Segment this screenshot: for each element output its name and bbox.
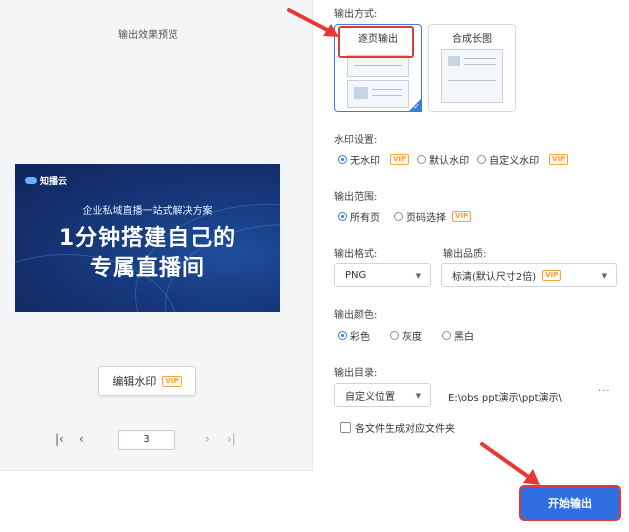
radio-selected-icon [338,155,347,164]
page-thumbnail [347,55,409,77]
watermark-default-option[interactable]: 默认水印 [417,152,469,167]
vip-badge: VIP [452,211,472,222]
prev-page-icon[interactable]: ‹ [79,432,84,446]
radio-icon [390,331,399,340]
quality-select[interactable]: 标清(默认尺寸2倍) VIP ▼ [441,263,617,287]
radio-icon [394,212,403,221]
vip-badge: VIP [162,375,182,387]
slide-preview: 知播云 企业私域直播一站式解决方案 1分钟搭建自己的 专属直播间 [15,164,280,312]
annotation-arrow-icon [480,442,540,485]
slide-subtitle: 企业私域直播一站式解决方案 [82,206,213,217]
radio-selected-icon [338,331,347,340]
radio-icon [442,331,451,340]
check-icon: ✓ [413,102,420,111]
output-mode-long-label: 合成长图 [452,34,492,45]
range-all-option[interactable]: 所有页 [338,209,380,224]
radio-selected-icon [338,212,347,221]
start-output-button[interactable]: 开始输出 [521,487,619,519]
format-label: 输出格式: [334,249,378,260]
cloud-icon [25,177,37,184]
watermark-options: 无水印 VIP 默认水印 自定义水印 VIP [338,152,576,167]
watermark-none-option[interactable]: 无水印 VIP [338,152,410,167]
directory-mode-select[interactable]: 自定义位置 ▼ [334,383,431,407]
quality-label: 输出品质: [443,249,487,260]
chevron-down-icon: ▼ [601,272,607,280]
page-thumbnail [347,80,409,108]
color-bw-option[interactable]: 黑白 [442,328,474,343]
slide-logo: 知播云 [25,174,67,187]
watermark-label: 水印设置: [334,135,378,146]
chevron-down-icon: ▼ [415,272,421,280]
last-page-icon[interactable]: ›| [227,432,236,446]
slide-brand: 知播云 [40,177,68,187]
range-options: 所有页 页码选择 VIP [338,209,479,224]
next-page-icon[interactable]: › [205,432,210,446]
directory-label: 输出目录: [334,368,378,379]
edit-watermark-label: 编辑水印 [112,375,157,388]
format-select[interactable]: PNG ▼ [334,263,431,287]
checkbox-icon [340,422,351,433]
color-gray-option[interactable]: 灰度 [390,328,422,343]
slide-headline-line1: 1分钟搭建自己的 [58,226,237,251]
output-mode-long-image[interactable]: 合成长图 [428,24,516,112]
annotation-arrow-icon [287,8,339,37]
preview-title: 输出效果预览 [118,30,178,41]
vip-badge: VIP [542,269,562,281]
long-image-thumbnail [441,49,503,103]
slide-headline-line2: 专属直播间 [89,256,205,281]
more-icon[interactable]: ··· [598,386,611,397]
color-options: 彩色 灰度 黑白 [338,328,482,343]
range-label: 输出范围: [334,192,378,203]
radio-icon [477,155,487,164]
color-label: 输出颜色: [334,310,378,321]
vip-badge: VIP [549,154,569,165]
vip-badge: VIP [390,154,410,165]
watermark-custom-option[interactable]: 自定义水印 VIP [477,152,569,167]
radio-icon [417,155,427,164]
page-number-input[interactable]: 3 [118,430,175,450]
annotation-highlight-box [338,26,414,58]
directory-path: E:\obs ppt演示\ppt演示\ [448,393,562,404]
pager: |‹ ‹ 3 › ›| [55,430,245,450]
first-page-icon[interactable]: |‹ [55,432,64,446]
color-full-option[interactable]: 彩色 [338,328,370,343]
range-select-option[interactable]: 页码选择 VIP [394,209,472,224]
chevron-down-icon: ▼ [415,392,421,400]
edit-watermark-button[interactable]: 编辑水印 VIP [98,366,196,396]
per-file-folder-checkbox[interactable]: 各文件生成对应文件夹 [340,420,455,435]
